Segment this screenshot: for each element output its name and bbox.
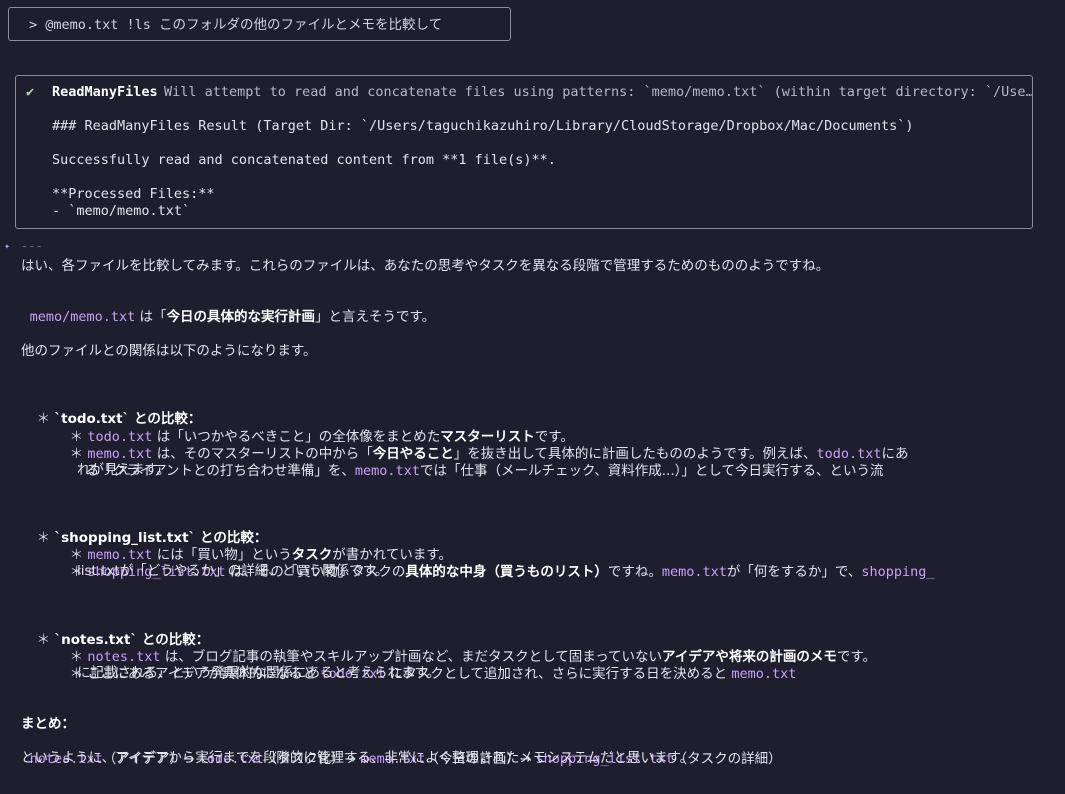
tool-name: ReadManyFiles [52,84,158,100]
memo-line: memo/memo.txt は「今日の具体的な実行計画」と言えそうです。 [29,309,436,325]
file-ref: memo/memo.txt [29,309,136,325]
list-item-continuation: る「クライアントとの打ち合わせ準備」を、memo.txtでは「仕事（メールチェッ… [85,463,884,479]
separator: --- [21,239,43,253]
check-icon: ✔ [26,84,35,100]
processed-item: - `memo/memo.txt` [52,203,191,219]
prompt-text: > @memo.txt !ls このフォルダの他のファイルとメモを比較して [29,17,443,33]
sparkle-icon: ✦ [4,241,11,252]
tool-description: Will attempt to read and concatenate fil… [164,84,1033,100]
list-item-continuation: に記載される、という発展的な関係にあると考えられます。 [77,665,441,681]
list-item-continuation: れが見えます。 [77,462,171,478]
success-line: Successfully read and concatenated conte… [52,152,556,168]
list-item-continuation: list.txtが「どうやるか」の詳細、という関係です。 [77,563,389,579]
intro-text: はい、各ファイルを比較してみます。これらのファイルは、あなたの思考やタスクを異な… [21,258,830,274]
result-heading: ### ReadManyFiles Result (Target Dir: `/… [52,118,914,134]
prompt-box[interactable]: > @memo.txt !ls このフォルダの他のファイルとメモを比較して [8,7,511,41]
relation-text: 他のファイルとの関係は以下のようになります。 [21,343,317,359]
processed-label: **Processed Files:** [52,186,215,202]
tool-result-box: ✔ ReadManyFiles Will attempt to read and… [15,75,1033,229]
summary-heading: まとめ： [21,716,75,732]
summary-closing: というように、アイデアから実行までを段階的に管理する、非常によく整理されたメモシ… [21,750,694,766]
